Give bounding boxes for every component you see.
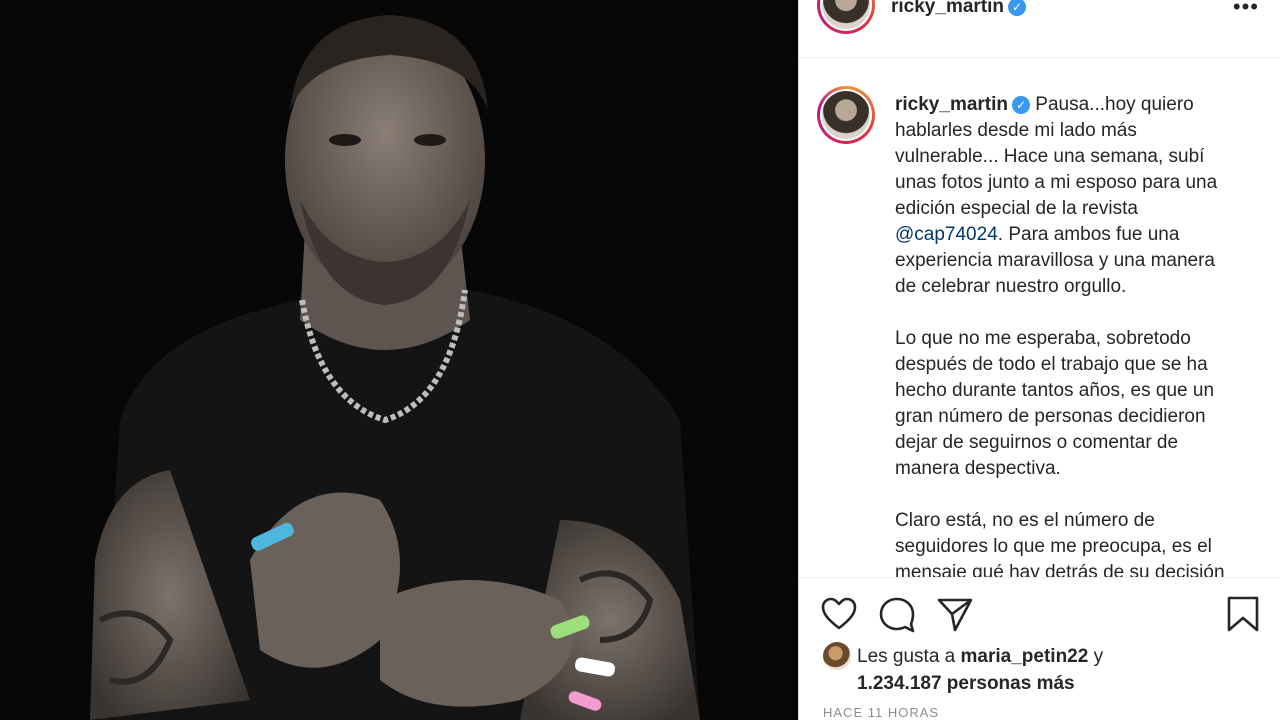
share-icon[interactable]	[935, 594, 975, 634]
post-actions: Les gusta a maria_petin22 y 1.234.187 per…	[799, 577, 1280, 720]
verified-badge-icon: ✓	[1008, 0, 1027, 16]
liker-username[interactable]: maria_petin22	[961, 646, 1089, 667]
likes-text: Les gusta a maria_petin22 y 1.234.187 per…	[857, 643, 1277, 697]
caption-verified-badge-icon: ✓	[1012, 95, 1031, 114]
caption-mention-link[interactable]: @cap74024	[895, 224, 998, 245]
bookmark-icon[interactable]	[1223, 594, 1263, 634]
liker-avatar[interactable]	[823, 642, 851, 670]
post-photo-illustration	[0, 0, 798, 720]
post-header: ricky_martin ✓ •••	[799, 0, 1280, 58]
caption-author-avatar[interactable]	[817, 86, 875, 144]
post-timestamp[interactable]: HACE 11 HORAS	[823, 705, 939, 720]
author-username-label[interactable]: ricky_martin	[891, 0, 1004, 17]
caption-text: ricky_martin ✓ Pausa...hoy quiero hablarl…	[895, 92, 1265, 577]
caption-body-part2: . Para ambos fue una experiencia maravil…	[895, 224, 1225, 577]
post-photo[interactable]	[0, 0, 798, 720]
comment-icon[interactable]	[877, 594, 917, 634]
caption-username[interactable]: ricky_martin	[895, 94, 1008, 115]
author-avatar[interactable]	[817, 0, 875, 34]
heart-icon[interactable]	[819, 594, 859, 634]
likes-prefix: Les gusta a	[857, 646, 961, 667]
author-username[interactable]: ricky_martin ✓	[891, 0, 1027, 18]
post-sidebar: ricky_martin ✓ ••• ricky_martin ✓ Pausa...…	[798, 0, 1280, 720]
caption-area: ricky_martin ✓ Pausa...hoy quiero hablarl…	[799, 59, 1280, 577]
more-options-icon[interactable]: •••	[1233, 0, 1259, 20]
likes-count[interactable]: 1.234.187 personas más	[857, 673, 1075, 694]
likes-joiner: y	[1088, 646, 1104, 667]
